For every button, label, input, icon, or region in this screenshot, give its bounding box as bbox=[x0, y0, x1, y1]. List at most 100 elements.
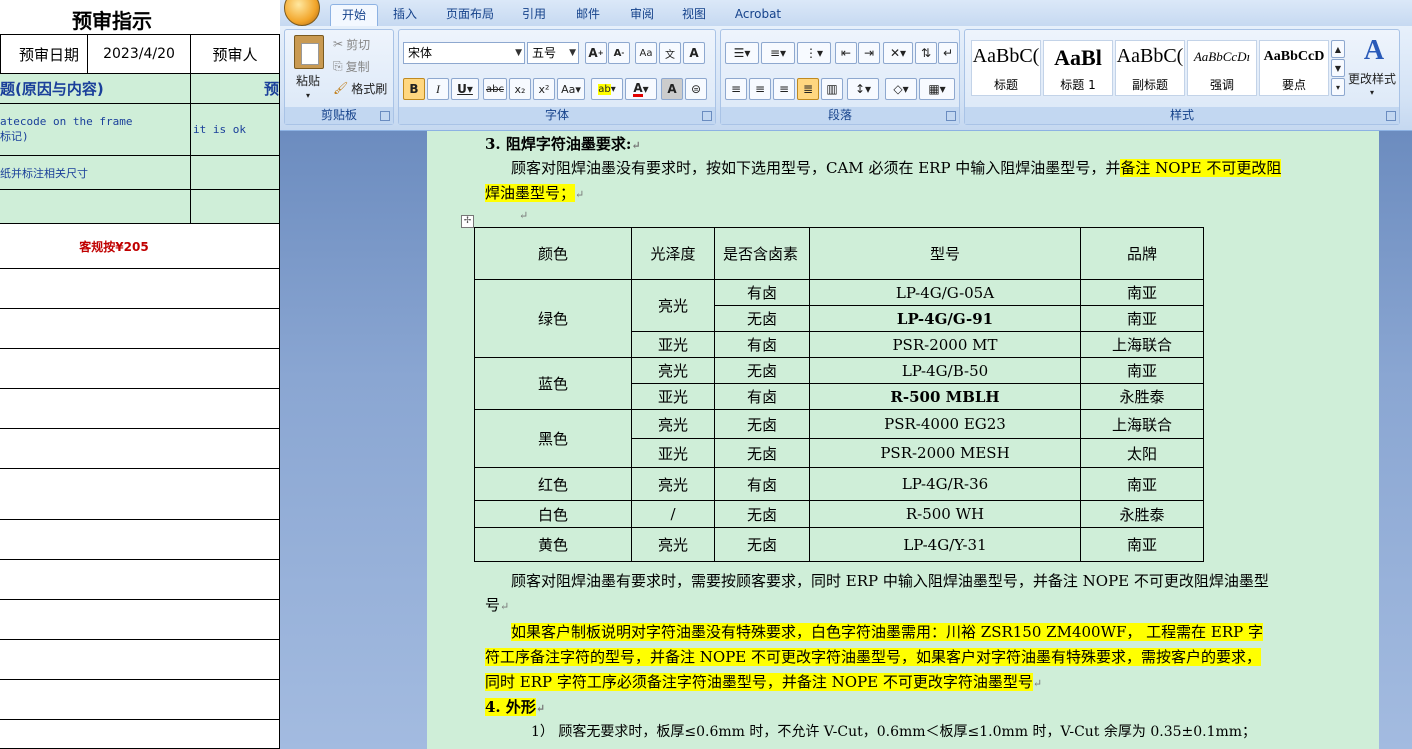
paste-dropdown-icon[interactable]: ▾ bbox=[289, 89, 327, 101]
table-cell[interactable]: LP-4G/G-91 bbox=[809, 305, 1081, 332]
table-cell[interactable]: PSR-4000 EG23 bbox=[809, 409, 1081, 439]
style-emphasis[interactable]: AaBbCcDı 强调 bbox=[1187, 40, 1257, 96]
table-cell[interactable]: 无卤 bbox=[714, 409, 810, 439]
issue-answer-3[interactable] bbox=[191, 190, 280, 224]
table-cell[interactable]: LP-4G/Y-31 bbox=[809, 527, 1081, 562]
table-cell[interactable]: LP-4G/B-50 bbox=[809, 357, 1081, 384]
superscript-icon[interactable]: x² bbox=[533, 78, 555, 100]
table-cell[interactable]: 黄色 bbox=[474, 527, 632, 562]
chinese-layout-icon[interactable]: ✕▾ bbox=[883, 42, 913, 64]
table-header-color[interactable]: 颜色 bbox=[474, 227, 632, 280]
italic-icon[interactable]: I bbox=[427, 78, 449, 100]
table-cell[interactable]: 上海联合 bbox=[1080, 409, 1204, 439]
clear-format-icon[interactable]: Aa bbox=[635, 42, 657, 64]
phonetic-guide-icon[interactable]: 文 bbox=[659, 42, 681, 64]
table-header-halogen[interactable]: 是否含卤素 bbox=[714, 227, 810, 280]
borders-icon[interactable]: ▦▾ bbox=[919, 78, 955, 100]
tab-mailings[interactable]: 邮件 bbox=[568, 4, 608, 26]
change-styles-button[interactable]: 更改样式 bbox=[1345, 70, 1399, 86]
table-cell[interactable]: PSR-2000 MT bbox=[809, 331, 1081, 358]
table-cell[interactable]: 永胜泰 bbox=[1080, 383, 1204, 410]
table-cell[interactable]: 亮光 bbox=[631, 279, 715, 332]
table-cell[interactable]: 白色 bbox=[474, 500, 632, 528]
table-move-handle-icon[interactable]: ✢ bbox=[461, 215, 474, 228]
table-cell[interactable]: R-500 MBLH bbox=[809, 383, 1081, 410]
table-header-model[interactable]: 型号 bbox=[809, 227, 1081, 280]
clipboard-launcher-icon[interactable] bbox=[380, 111, 390, 121]
table-cell[interactable]: 亮光 bbox=[631, 409, 715, 439]
table-cell[interactable]: / bbox=[631, 500, 715, 528]
paste-button[interactable]: 粘贴 bbox=[289, 72, 327, 88]
table-cell[interactable]: 红色 bbox=[474, 467, 632, 501]
issue-answer-2[interactable] bbox=[191, 156, 280, 190]
table-cell[interactable]: 无卤 bbox=[714, 527, 810, 562]
table-cell[interactable]: 有卤 bbox=[714, 331, 810, 358]
sheet-row[interactable] bbox=[0, 520, 280, 560]
enclose-char-icon[interactable]: ⊜ bbox=[685, 78, 707, 100]
style-strong[interactable]: AaBbCcD 要点 bbox=[1259, 40, 1329, 96]
bullets-icon[interactable]: ☰▾ bbox=[725, 42, 759, 64]
sheet-row[interactable] bbox=[0, 720, 280, 749]
table-cell[interactable]: 南亚 bbox=[1080, 467, 1204, 501]
numbering-icon[interactable]: ≡▾ bbox=[761, 42, 795, 64]
justify-icon[interactable]: ≣ bbox=[797, 78, 819, 100]
issue-cell-3[interactable] bbox=[0, 190, 191, 224]
table-cell[interactable]: 无卤 bbox=[714, 438, 810, 468]
tab-acrobat[interactable]: Acrobat bbox=[726, 4, 790, 26]
tab-home[interactable]: 开始 bbox=[330, 4, 378, 27]
price-note[interactable]: 客规按¥205 bbox=[0, 224, 228, 269]
table-cell[interactable]: LP-4G/R-36 bbox=[809, 467, 1081, 501]
shading-icon[interactable]: ◇▾ bbox=[885, 78, 917, 100]
style-subtitle[interactable]: AaBbC( 副标题 bbox=[1115, 40, 1185, 96]
copy-button[interactable]: ⎘ 复制 bbox=[333, 57, 393, 75]
sheet-row[interactable] bbox=[0, 309, 280, 349]
line-spacing-icon[interactable]: ↕▾ bbox=[847, 78, 879, 100]
sheet-row[interactable] bbox=[0, 389, 280, 429]
table-cell[interactable]: 黑色 bbox=[474, 409, 632, 468]
tab-page-layout[interactable]: 页面布局 bbox=[438, 4, 502, 26]
distributed-icon[interactable]: ▥ bbox=[821, 78, 843, 100]
tab-insert[interactable]: 插入 bbox=[386, 4, 424, 26]
table-cell[interactable]: 亚光 bbox=[631, 438, 715, 468]
table-cell[interactable]: 上海联合 bbox=[1080, 331, 1204, 358]
document-page[interactable]: 3. 阻焊字符油墨要求:↵ 顾客对阻焊油墨没有要求时，按如下选用型号，CAM 必… bbox=[427, 131, 1379, 749]
char-border-icon[interactable]: A bbox=[683, 42, 705, 64]
table-cell[interactable]: 有卤 bbox=[714, 279, 810, 306]
table-cell[interactable]: 南亚 bbox=[1080, 527, 1204, 562]
table-cell[interactable]: 无卤 bbox=[714, 500, 810, 528]
sheet-row[interactable] bbox=[0, 429, 280, 469]
paragraph-launcher-icon[interactable] bbox=[946, 111, 956, 121]
issue-cell-1[interactable]: atecode on the frame 标记) bbox=[0, 104, 191, 156]
styles-scroll-up-icon[interactable]: ▲ bbox=[1331, 40, 1345, 58]
review-date-value[interactable]: 2023/4/20 bbox=[88, 35, 191, 74]
table-cell[interactable]: 无卤 bbox=[714, 357, 810, 384]
strikethrough-icon[interactable]: abc bbox=[483, 78, 507, 100]
table-cell[interactable]: 南亚 bbox=[1080, 357, 1204, 384]
table-cell[interactable]: 绿色 bbox=[474, 279, 632, 358]
issue-cell-2[interactable]: 纸并标注相关尺寸 bbox=[0, 156, 191, 190]
font-size-combo[interactable]: 五号 ▼ bbox=[527, 42, 579, 64]
style-title[interactable]: AaBbC( 标题 bbox=[971, 40, 1041, 96]
subscript-icon[interactable]: x₂ bbox=[509, 78, 531, 100]
change-case-icon[interactable]: Aa▾ bbox=[557, 78, 585, 100]
tab-references[interactable]: 引用 bbox=[514, 4, 554, 26]
change-styles-dropdown-icon[interactable]: ▾ bbox=[1345, 86, 1399, 98]
shrink-font-icon[interactable]: A- bbox=[608, 42, 630, 64]
issue-answer-1[interactable]: it is ok bbox=[191, 104, 280, 156]
table-header-gloss[interactable]: 光泽度 bbox=[631, 227, 715, 280]
table-cell[interactable]: 南亚 bbox=[1080, 279, 1204, 306]
align-right-icon[interactable]: ≡ bbox=[773, 78, 795, 100]
styles-more-icon[interactable]: ▾ bbox=[1331, 78, 1345, 96]
table-cell[interactable]: 太阳 bbox=[1080, 438, 1204, 468]
font-name-combo[interactable]: 宋体 ▼ bbox=[403, 42, 525, 64]
style-heading1[interactable]: AaBl 标题 1 bbox=[1043, 40, 1113, 96]
reviewer-label[interactable]: 预审人 bbox=[191, 35, 280, 74]
table-cell[interactable]: 亮光 bbox=[631, 467, 715, 501]
sheet-row[interactable] bbox=[0, 560, 280, 600]
highlight-color-icon[interactable]: ab ▾ bbox=[591, 78, 623, 100]
table-cell[interactable]: 亮光 bbox=[631, 527, 715, 562]
font-color-icon[interactable]: A ▾ bbox=[625, 78, 657, 100]
table-cell[interactable]: 永胜泰 bbox=[1080, 500, 1204, 528]
grow-font-icon[interactable]: A + bbox=[585, 42, 607, 64]
sort-icon[interactable]: ⇅ bbox=[915, 42, 937, 64]
